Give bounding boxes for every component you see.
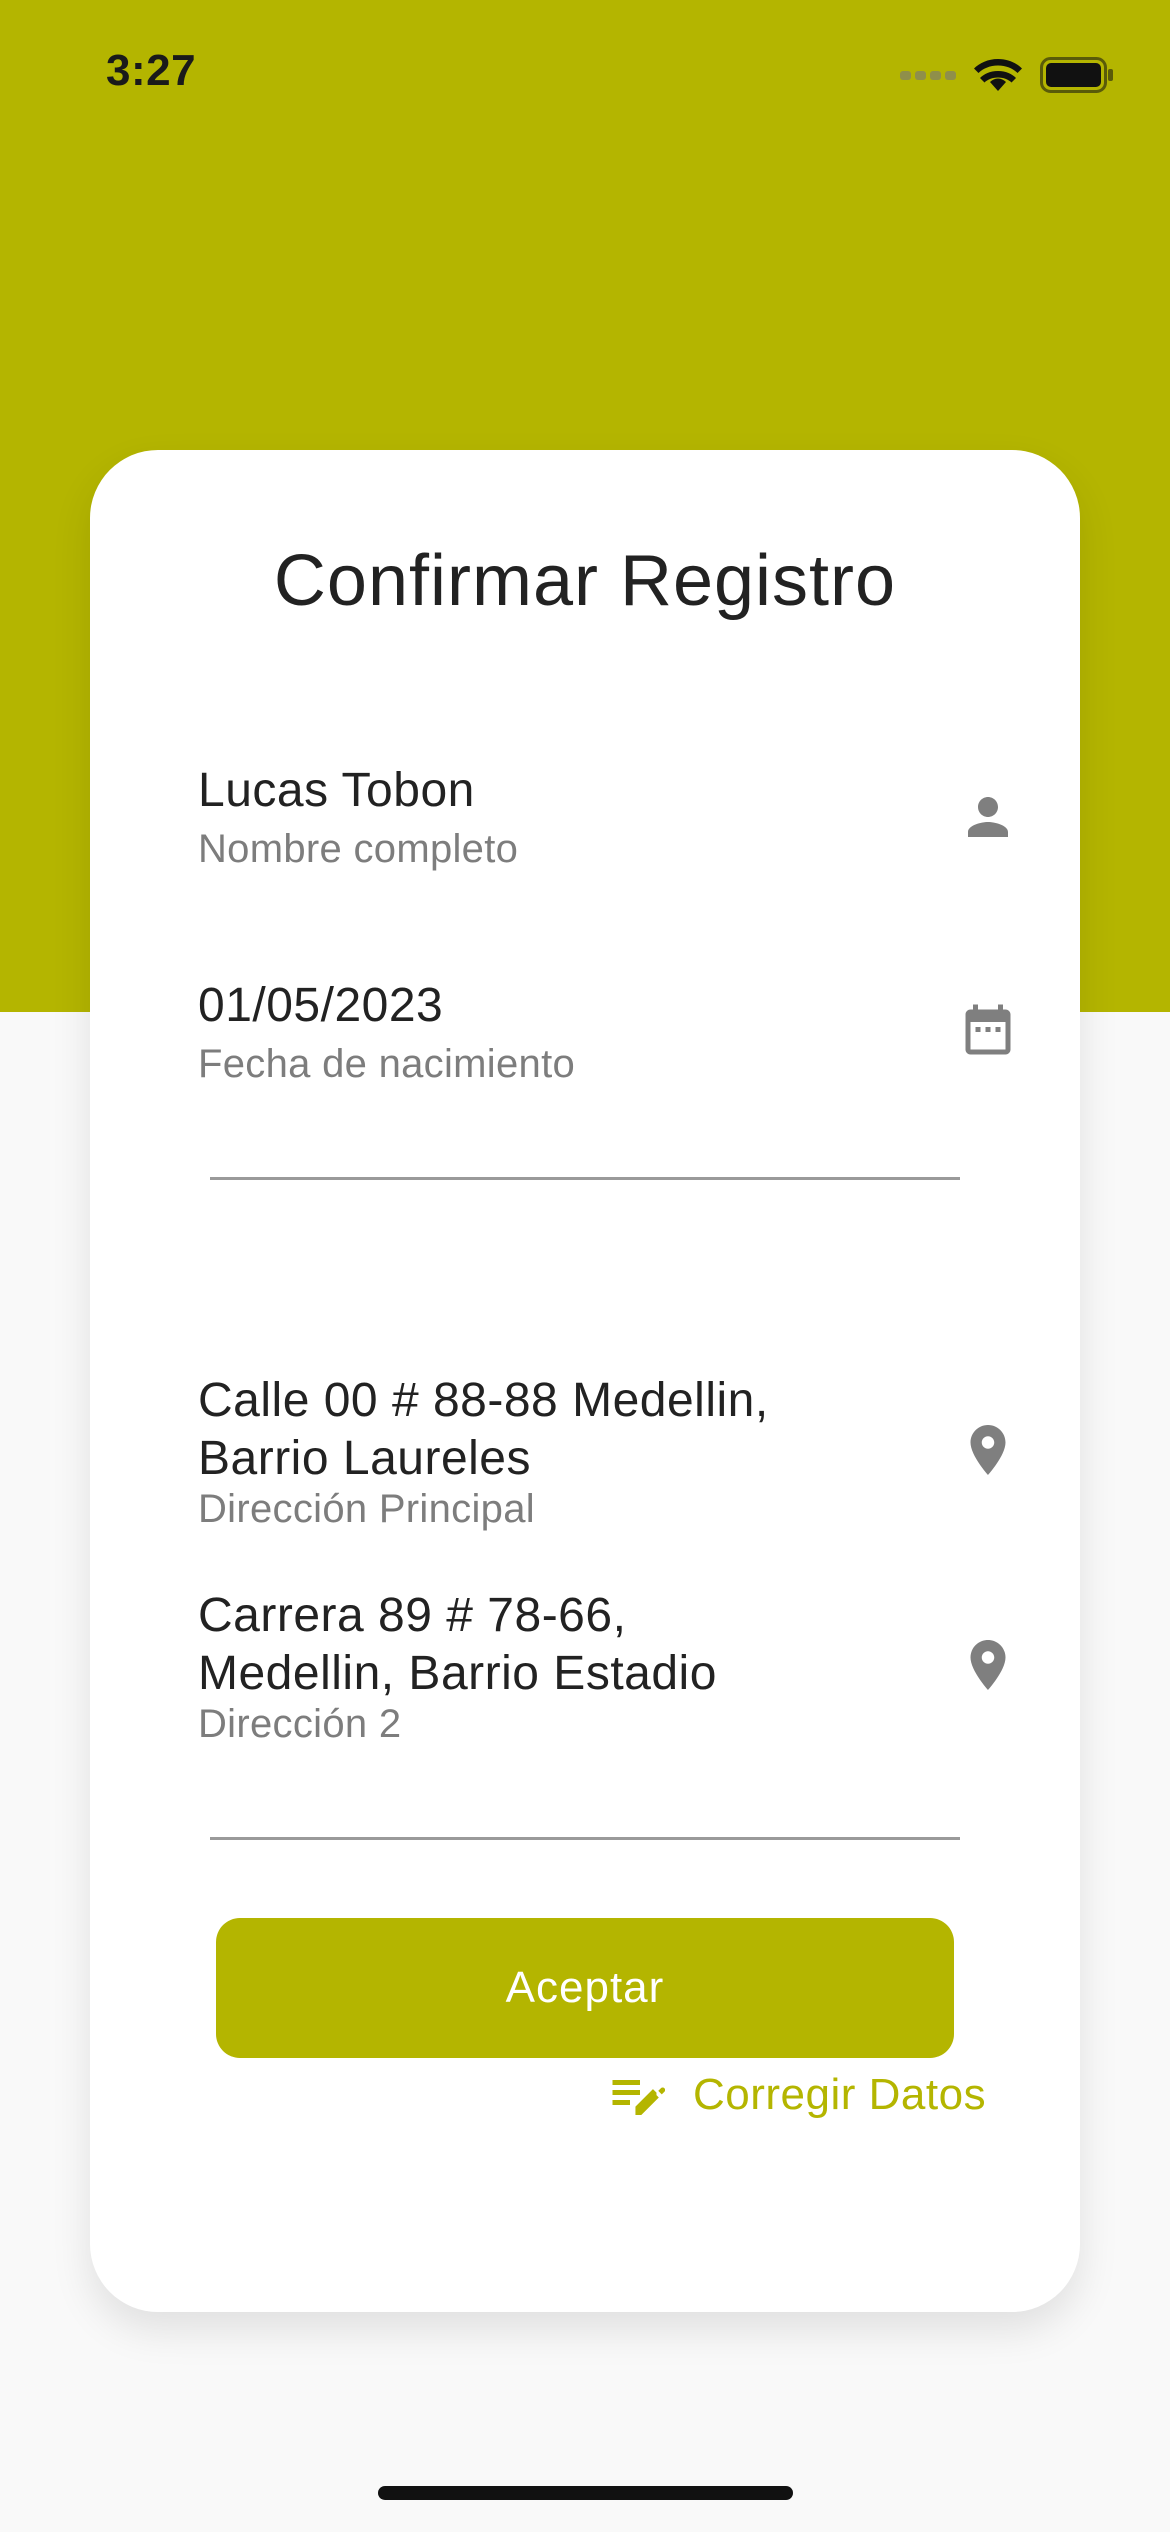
main-address-field: Calle 00 # 88-88 Medellin, Barrio Laurel…: [198, 1372, 1018, 1532]
home-indicator[interactable]: [378, 2486, 793, 2500]
section-divider: [210, 1177, 960, 1180]
location-pin-icon: [970, 1640, 1006, 1690]
full-name-label: Nombre completo: [198, 827, 519, 871]
status-time: 3:27: [106, 46, 197, 95]
full-name-field: Lucas Tobon Nombre completo: [198, 762, 1018, 882]
correct-data-label: Corregir Datos: [693, 2070, 987, 2119]
person-icon: [968, 797, 1008, 837]
calendar-icon[interactable]: [958, 1002, 1018, 1062]
edit-list-icon: [612, 2080, 665, 2115]
full-name-value: Lucas Tobon: [198, 764, 475, 817]
status-bar: 3:27: [0, 0, 1170, 150]
main-address-line-1: Calle 00 # 88-88 Medellin,: [198, 1374, 769, 1427]
birth-date-value: 01/05/2023: [198, 979, 444, 1032]
battery-icon: [1040, 57, 1113, 93]
cellular-signal-icon: [900, 70, 956, 80]
accept-button[interactable]: Aceptar: [216, 1918, 954, 2058]
birth-date-label: Fecha de nacimiento: [198, 1042, 576, 1086]
wifi-icon: [974, 59, 1022, 91]
second-address-label: Dirección 2: [198, 1702, 402, 1746]
correct-data-button[interactable]: Corregir Datos: [605, 2060, 986, 2130]
second-address-line-2: Medellin, Barrio Estadio: [198, 1647, 717, 1700]
section-divider: [210, 1837, 960, 1840]
second-address-line-1: Carrera 89 # 78-66,: [198, 1589, 627, 1642]
second-address-field: Carrera 89 # 78-66, Medellin, Barrio Est…: [198, 1587, 1018, 1747]
birth-date-field: 01/05/2023 Fecha de nacimiento: [198, 977, 1018, 1097]
main-address-line-2: Barrio Laureles: [198, 1432, 531, 1485]
page-title: Confirmar Registro: [273, 541, 897, 621]
status-icons: [900, 52, 1114, 98]
confirm-registration-card: Confirmar Registro Lucas Tobon Nombre co…: [90, 450, 1080, 2312]
main-address-label: Dirección Principal: [198, 1487, 535, 1531]
location-pin-icon: [970, 1425, 1006, 1475]
